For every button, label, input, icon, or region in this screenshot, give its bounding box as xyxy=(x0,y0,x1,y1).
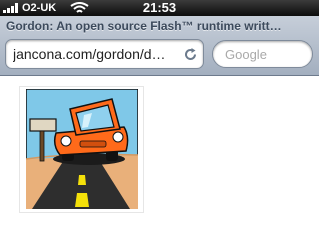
status-bar: O2-UK 21:53 xyxy=(0,0,319,16)
page-content xyxy=(0,77,319,244)
search-input[interactable]: Google xyxy=(212,40,313,68)
cartoon-car-illustration xyxy=(26,89,138,209)
url-text: jancona.com/gordon/d… xyxy=(13,46,166,62)
search-placeholder: Google xyxy=(225,47,267,62)
reload-icon[interactable] xyxy=(183,47,198,62)
flash-animation-image[interactable] xyxy=(19,86,144,213)
page-title: Gordon: An open source Flash™ runtime wr… xyxy=(6,19,282,33)
url-field[interactable]: jancona.com/gordon/d… xyxy=(5,39,204,69)
status-time: 21:53 xyxy=(142,0,177,15)
browser-toolbar: Gordon: An open source Flash™ runtime wr… xyxy=(0,16,319,76)
